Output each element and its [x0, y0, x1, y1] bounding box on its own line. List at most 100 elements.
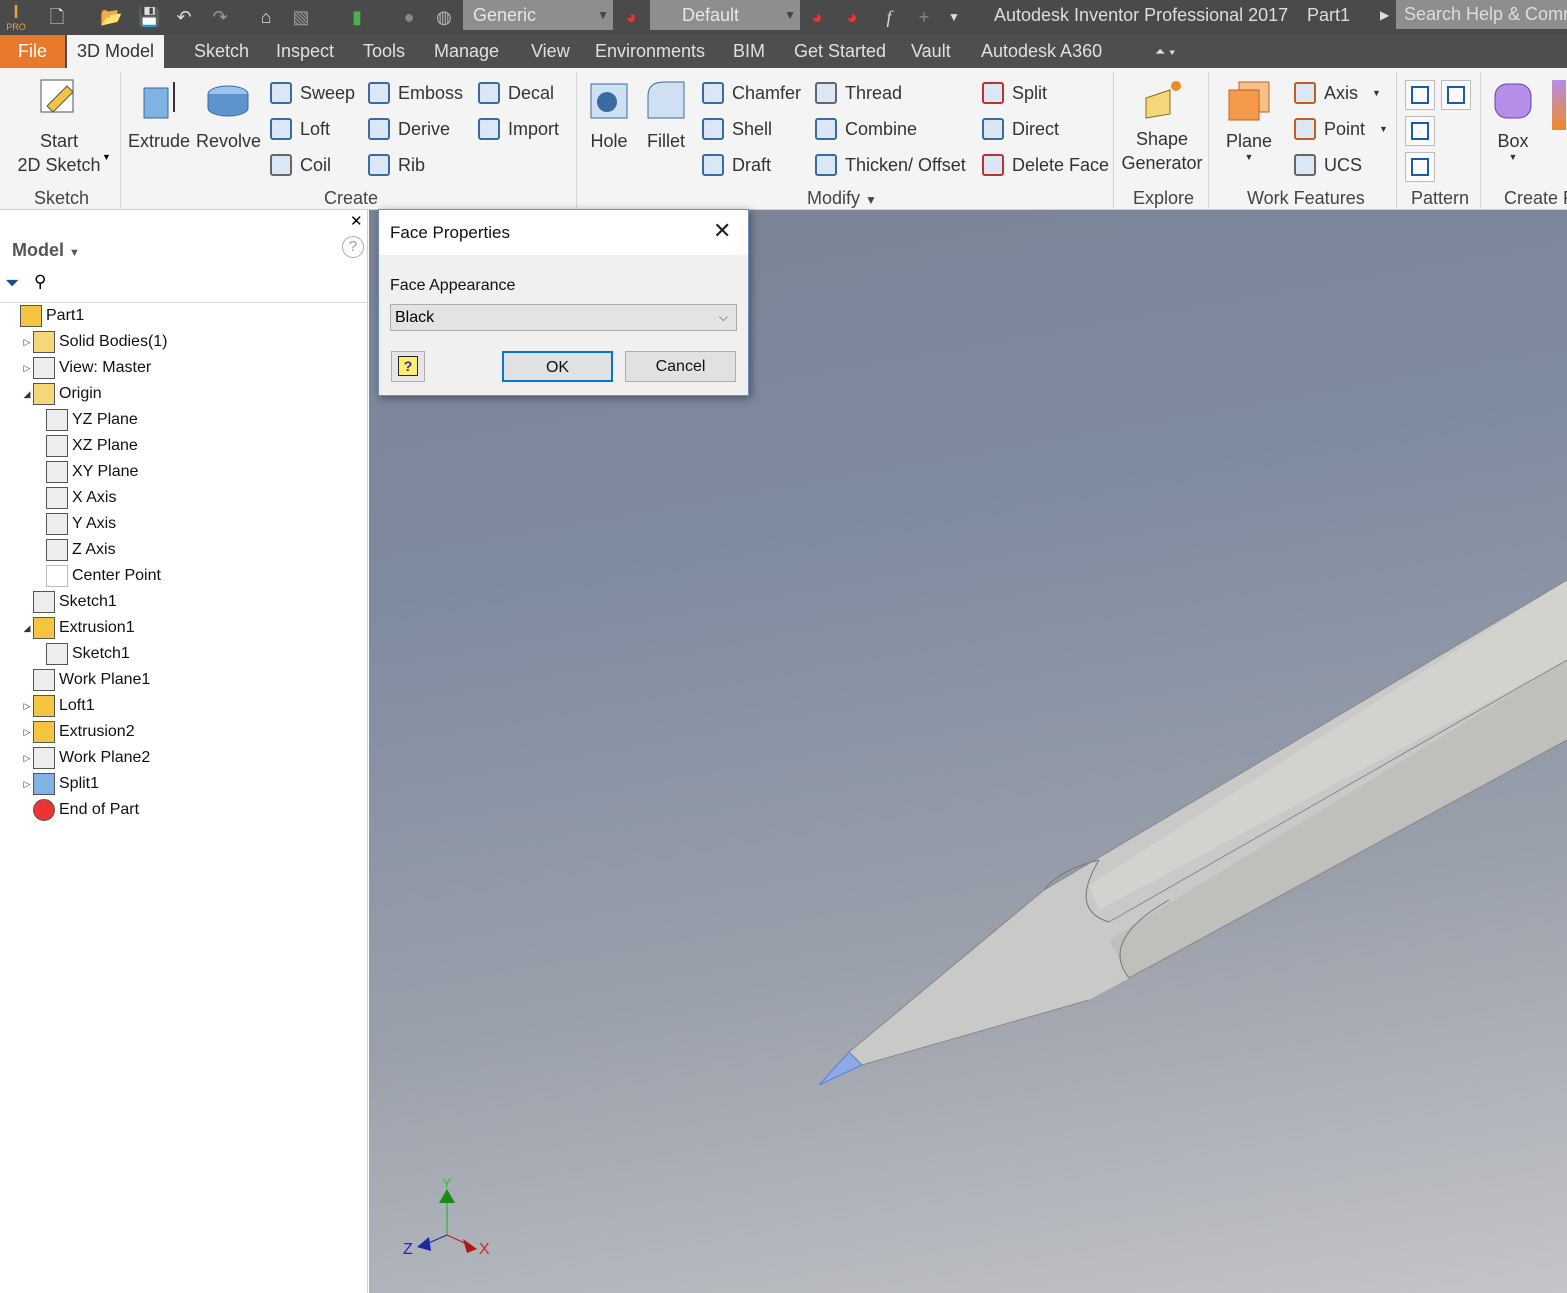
tab-sketch[interactable]: Sketch: [184, 35, 259, 68]
ok-button[interactable]: OK: [502, 351, 613, 382]
tree-item[interactable]: ◢ Extrusion1: [21, 615, 135, 641]
sketch-driven-pattern-button[interactable]: [1405, 152, 1435, 182]
close-icon[interactable]: ✕: [713, 218, 731, 244]
color-wheel-icon[interactable]: ◕: [620, 6, 642, 28]
tree-item[interactable]: YZ Plane: [34, 407, 138, 433]
point-button[interactable]: Point ▼: [1294, 118, 1388, 140]
minimize-ribbon-button[interactable]: ⏶ ▾: [1145, 35, 1185, 68]
tab-tools[interactable]: Tools: [353, 35, 415, 68]
appearance-combo[interactable]: Default ▼: [650, 0, 800, 30]
help-button[interactable]: ?: [391, 351, 425, 382]
tab-file[interactable]: File: [0, 35, 66, 68]
tree-item[interactable]: Sketch1: [21, 589, 117, 615]
adjust-appearance-icon[interactable]: ◕: [806, 6, 828, 28]
box-button[interactable]: Box ▼: [1488, 78, 1538, 162]
parameters-icon[interactable]: ●: [398, 6, 420, 28]
tree-item[interactable]: ▷ Solid Bodies(1): [21, 329, 168, 355]
decal-button[interactable]: Decal: [478, 82, 554, 104]
tab-vault[interactable]: Vault: [901, 35, 961, 68]
tree-item[interactable]: End of Part: [21, 797, 139, 823]
globe-icon[interactable]: ◍: [433, 6, 455, 28]
tab-bim[interactable]: BIM: [723, 35, 775, 68]
freeform-tools-icon[interactable]: [1552, 80, 1566, 130]
tree-item[interactable]: Part1: [8, 303, 84, 329]
app-logo[interactable]: I PRO: [6, 2, 26, 32]
delete-face-button[interactable]: Delete Face: [982, 154, 1109, 176]
tree-item[interactable]: ◢ Origin: [21, 381, 102, 407]
cancel-button[interactable]: Cancel: [625, 351, 736, 382]
tab-environments[interactable]: Environments: [585, 35, 715, 68]
tree-item[interactable]: Work Plane1: [21, 667, 150, 693]
tree-item[interactable]: Center Point: [34, 563, 161, 589]
collapse-icon[interactable]: ◢: [21, 389, 33, 400]
browser-title-dropdown[interactable]: Model ▼: [12, 240, 80, 261]
tab-inspect[interactable]: Inspect: [266, 35, 344, 68]
binoculars-icon[interactable]: ⚲: [34, 272, 46, 292]
open-icon[interactable]: 📂: [100, 6, 122, 28]
sweep-button[interactable]: Sweep: [270, 82, 355, 104]
tab-manage[interactable]: Manage: [424, 35, 509, 68]
combine-button[interactable]: Combine: [815, 118, 917, 140]
chamfer-button[interactable]: Chamfer: [702, 82, 801, 104]
expand-icon[interactable]: ▷: [21, 727, 33, 738]
draft-button[interactable]: Draft: [702, 154, 771, 176]
tab-view[interactable]: View: [521, 35, 580, 68]
hole-button[interactable]: Hole: [586, 78, 632, 152]
tree-item[interactable]: XY Plane: [34, 459, 138, 485]
tab-get-started[interactable]: Get Started: [784, 35, 896, 68]
thread-button[interactable]: Thread: [815, 82, 902, 104]
tree-item[interactable]: ▷ Extrusion2: [21, 719, 135, 745]
face-appearance-select[interactable]: Black ⌵: [390, 304, 737, 331]
tree-item[interactable]: Sketch1: [34, 641, 130, 667]
search-input[interactable]: Search Help & Comm: [1396, 0, 1567, 29]
tree-item[interactable]: ▷ Work Plane2: [21, 745, 150, 771]
clear-appearance-icon[interactable]: ◕: [841, 6, 863, 28]
help-icon[interactable]: ?: [342, 236, 364, 258]
rib-button[interactable]: Rib: [368, 154, 425, 176]
tab-3d-model[interactable]: 3D Model: [67, 35, 165, 68]
expand-arrow-icon[interactable]: ▶: [1380, 8, 1389, 22]
expand-icon[interactable]: ▷: [21, 337, 33, 348]
plane-button[interactable]: Plane ▼: [1222, 78, 1276, 162]
shape-generator-button[interactable]: Shape Generator: [1120, 78, 1204, 175]
axis-button[interactable]: Axis ▼: [1294, 82, 1381, 104]
import-button[interactable]: Import: [478, 118, 559, 140]
expand-icon[interactable]: ▷: [21, 753, 33, 764]
tree-item[interactable]: ▷ View: Master: [21, 355, 151, 381]
modify-panel-dropdown[interactable]: Modify ▼: [807, 188, 877, 209]
rectangular-pattern-button[interactable]: [1405, 80, 1435, 110]
filter-icon[interactable]: ⏷: [5, 273, 19, 294]
start-2d-sketch-button[interactable]: Start 2D Sketch: [14, 76, 104, 177]
coil-button[interactable]: Coil: [270, 154, 331, 176]
redo-icon[interactable]: ↷: [209, 6, 231, 28]
save-icon[interactable]: 💾: [138, 6, 160, 28]
loft-button[interactable]: Loft: [270, 118, 330, 140]
expand-icon[interactable]: ▷: [21, 779, 33, 790]
tree-item[interactable]: Z Axis: [34, 537, 116, 563]
derive-button[interactable]: Derive: [368, 118, 450, 140]
mirror-button[interactable]: [1441, 80, 1471, 110]
function-icon[interactable]: f: [878, 6, 900, 28]
split-button[interactable]: Split: [982, 82, 1047, 104]
ucs-button[interactable]: UCS: [1294, 154, 1362, 176]
collapse-icon[interactable]: ◢: [21, 623, 33, 634]
fillet-button[interactable]: Fillet: [642, 78, 690, 152]
new-icon[interactable]: 🗋: [46, 6, 68, 28]
update-icon[interactable]: ▧: [290, 6, 312, 28]
tree-item[interactable]: XZ Plane: [34, 433, 138, 459]
home-icon[interactable]: ⌂: [255, 6, 277, 28]
circular-pattern-button[interactable]: [1405, 116, 1435, 146]
plus-icon[interactable]: +: [913, 6, 935, 28]
expand-icon[interactable]: ▷: [21, 363, 33, 374]
close-icon[interactable]: ✕: [350, 212, 363, 230]
expand-icon[interactable]: ▷: [21, 701, 33, 712]
revolve-button[interactable]: Revolve: [196, 78, 261, 152]
customize-icon[interactable]: ▼: [943, 6, 965, 28]
chevron-down-icon[interactable]: ▼: [102, 152, 111, 162]
tree-item[interactable]: X Axis: [34, 485, 116, 511]
material-combo[interactable]: Generic ▼: [463, 0, 613, 30]
undo-icon[interactable]: ↶: [173, 6, 195, 28]
tree-item[interactable]: ▷ Loft1: [21, 693, 95, 719]
extrude-button[interactable]: Extrude: [128, 78, 190, 152]
emboss-button[interactable]: Emboss: [368, 82, 463, 104]
